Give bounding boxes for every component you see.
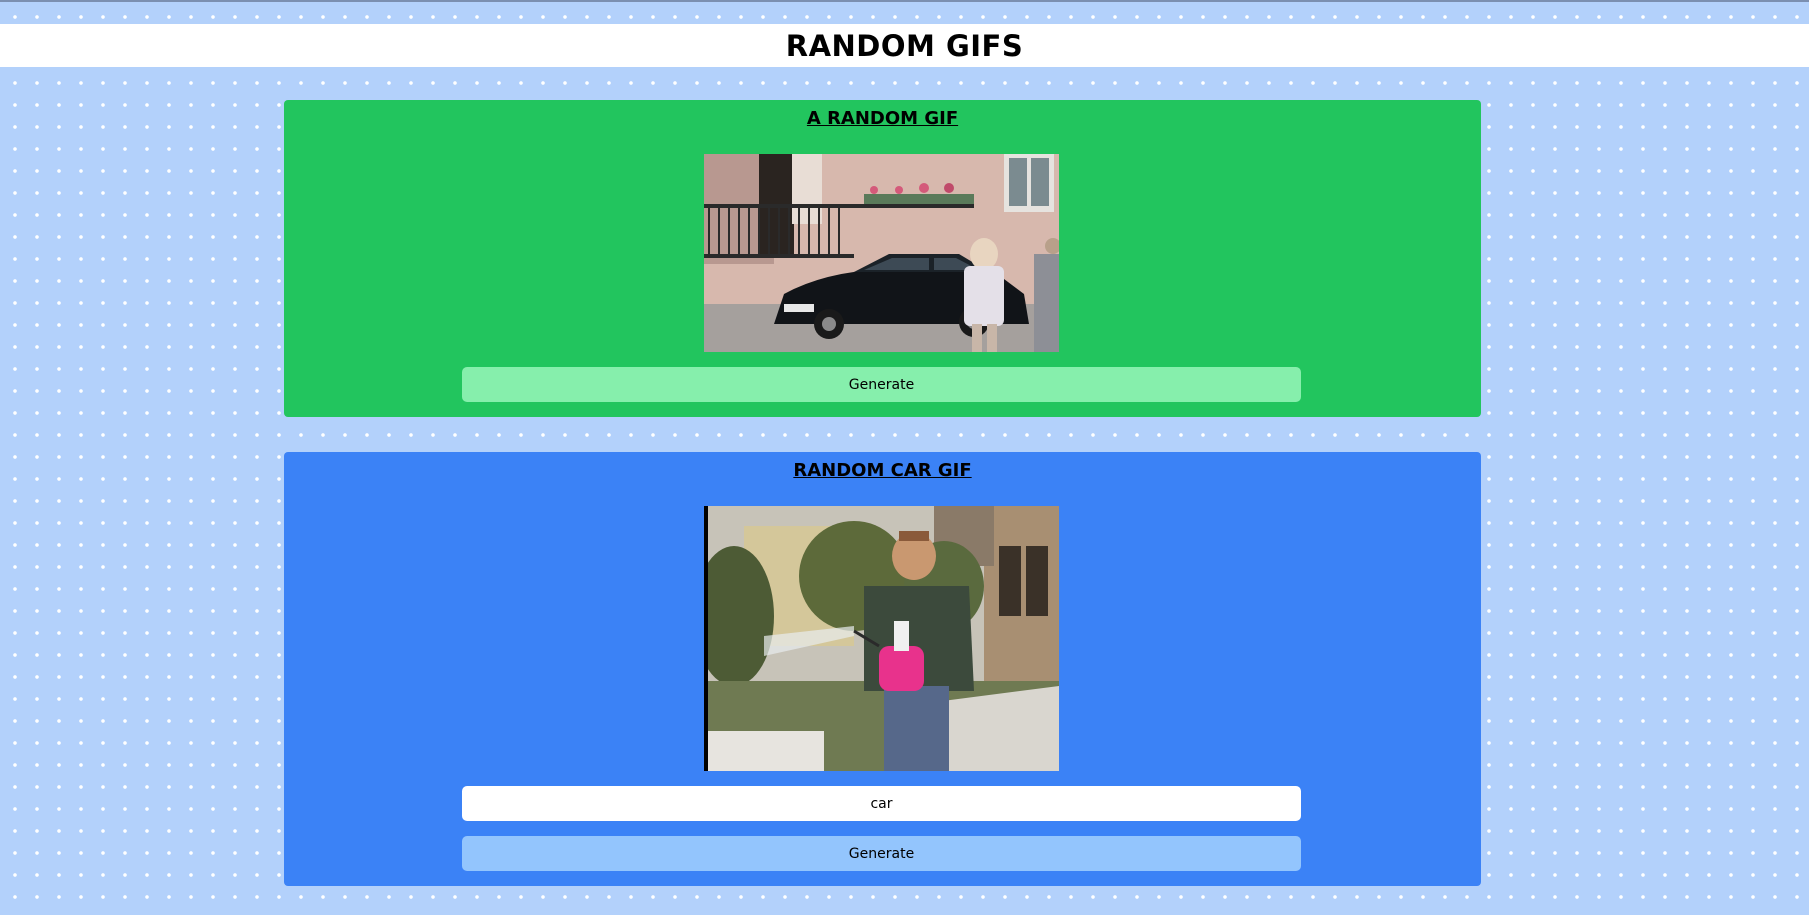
page-title: RANDOM GIFS — [785, 28, 1024, 63]
random-gif-card: A RANDOM GIF Generate — [284, 100, 1481, 417]
random-gif-image — [704, 154, 1059, 352]
top-border — [0, 0, 1809, 2]
random-gif-card-title: A RANDOM GIF — [806, 108, 959, 129]
tag-generate-button[interactable]: Generate — [462, 836, 1301, 871]
car-gif-image — [704, 506, 1059, 771]
page-header: RANDOM GIFS — [0, 24, 1809, 67]
random-generate-button[interactable]: Generate — [462, 367, 1301, 402]
tag-gif-card-title: RANDOM CAR GIF — [793, 460, 972, 481]
tag-gif-card: RANDOM CAR GIF car Generate — [284, 452, 1481, 886]
tag-input[interactable] — [462, 786, 1301, 821]
